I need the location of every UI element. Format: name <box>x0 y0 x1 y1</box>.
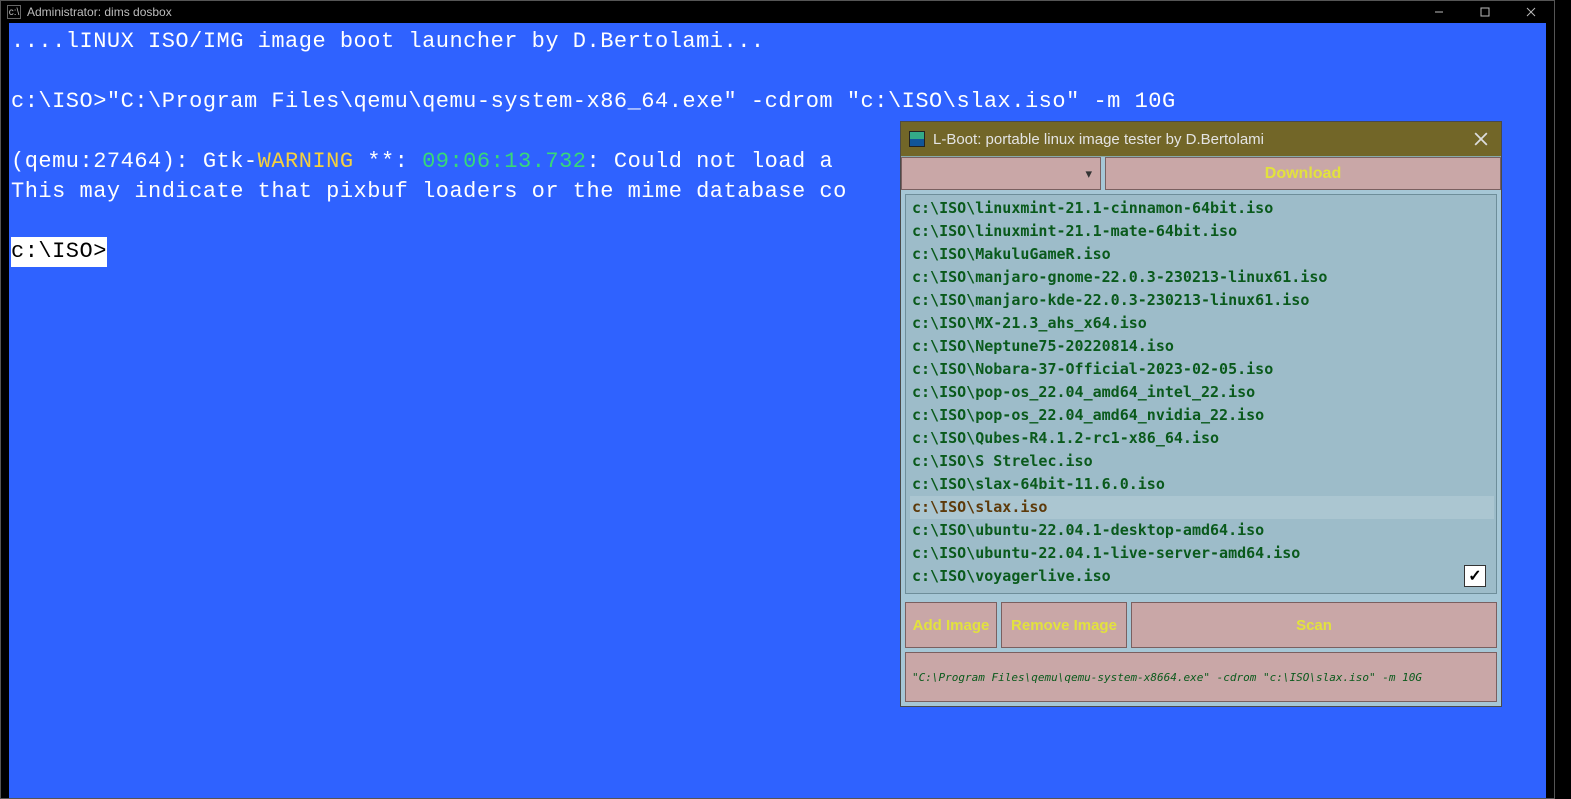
iso-list-item[interactable]: c:\ISO\Qubes-R4.1.2-rc1-x86_64.iso <box>910 427 1494 450</box>
warn-rest: : Could not load a <box>587 149 847 174</box>
close-button[interactable] <box>1508 1 1554 23</box>
download-button[interactable]: Download <box>1105 157 1501 190</box>
lboot-window: L-Boot: portable linux image tester by D… <box>901 122 1501 706</box>
iso-list-item[interactable]: c:\ISO\S Strelec.iso <box>910 450 1494 473</box>
iso-list-item[interactable]: c:\ISO\MX-21.3_ahs_x64.iso <box>910 312 1494 335</box>
lboot-app-icon <box>909 131 925 147</box>
iso-list-item[interactable]: c:\ISO\linuxmint-21.1-cinnamon-64bit.iso <box>910 197 1494 220</box>
warn-mid: **: <box>354 149 423 174</box>
iso-list-item[interactable]: c:\ISO\slax-64bit-11.6.0.iso <box>910 473 1494 496</box>
iso-list-item[interactable]: c:\ISO\Neptune75-20220814.iso <box>910 335 1494 358</box>
command-line-1: c:\ISO>"C:\Program Files\qemu\qemu-syste… <box>11 87 1544 117</box>
cmd-window-controls <box>1416 1 1554 23</box>
banner-line: ....lINUX ISO/IMG image boot launcher by… <box>11 27 1544 57</box>
lboot-button-row: Add Image Remove Image Scan <box>901 598 1501 652</box>
iso-list-item[interactable]: c:\ISO\MakuluGameR.iso <box>910 243 1494 266</box>
iso-list-item[interactable]: c:\ISO\pop-os_22.04_amd64_intel_22.iso <box>910 381 1494 404</box>
scan-button[interactable]: Scan <box>1131 602 1497 648</box>
warn-word: WARNING <box>258 149 354 174</box>
iso-list-item[interactable]: c:\ISO\ubuntu-22.04.1-live-server-amd64.… <box>910 542 1494 565</box>
status-bar: "C:\Program Files\qemu\qemu-system-x8664… <box>905 652 1497 702</box>
iso-list-item[interactable]: c:\ISO\linuxmint-21.1-mate-64bit.iso <box>910 220 1494 243</box>
lboot-title-bar[interactable]: L-Boot: portable linux image tester by D… <box>901 122 1501 156</box>
remove-image-button[interactable]: Remove Image <box>1001 602 1127 648</box>
distro-dropdown[interactable]: ▾ <box>901 157 1101 190</box>
option-checkbox[interactable]: ✓ <box>1464 565 1486 587</box>
cmd-title-text: Administrator: dims dosbox <box>27 5 172 19</box>
minimize-button[interactable] <box>1416 1 1462 23</box>
current-prompt: c:\ISO> <box>11 237 107 267</box>
blank-line <box>11 57 1544 87</box>
lboot-close-button[interactable] <box>1465 126 1497 152</box>
iso-list-item[interactable]: c:\ISO\voyagerlive.iso <box>910 565 1494 588</box>
lboot-title-text: L-Boot: portable linux image tester by D… <box>933 131 1264 148</box>
warn-prefix: (qemu:27464): Gtk- <box>11 149 258 174</box>
iso-list-item[interactable]: c:\ISO\manjaro-kde-22.0.3-230213-linux61… <box>910 289 1494 312</box>
iso-list[interactable]: c:\ISO\linuxmint-21.1-cinnamon-64bit.iso… <box>905 194 1497 594</box>
iso-list-item[interactable]: c:\ISO\Nobara-37-Official-2023-02-05.iso <box>910 358 1494 381</box>
lboot-toolbar: ▾ Download <box>901 156 1501 190</box>
command-1: "C:\Program Files\qemu\qemu-system-x86_6… <box>107 89 1176 114</box>
maximize-button[interactable] <box>1462 1 1508 23</box>
iso-list-item[interactable]: c:\ISO\manjaro-gnome-22.0.3-230213-linux… <box>910 266 1494 289</box>
warn-time: 09:06:13.732 <box>422 149 586 174</box>
cmd-icon: c:\ <box>7 5 21 19</box>
iso-list-item[interactable]: c:\ISO\ubuntu-22.04.1-desktop-amd64.iso <box>910 519 1494 542</box>
chevron-down-icon: ▾ <box>1085 166 1092 182</box>
prompt-1: c:\ISO> <box>11 89 107 114</box>
add-image-button[interactable]: Add Image <box>905 602 997 648</box>
iso-list-item[interactable]: c:\ISO\pop-os_22.04_amd64_nvidia_22.iso <box>910 404 1494 427</box>
iso-list-item[interactable]: c:\ISO\slax.iso <box>910 496 1494 519</box>
cmd-title-bar[interactable]: c:\ Administrator: dims dosbox <box>1 1 1554 23</box>
